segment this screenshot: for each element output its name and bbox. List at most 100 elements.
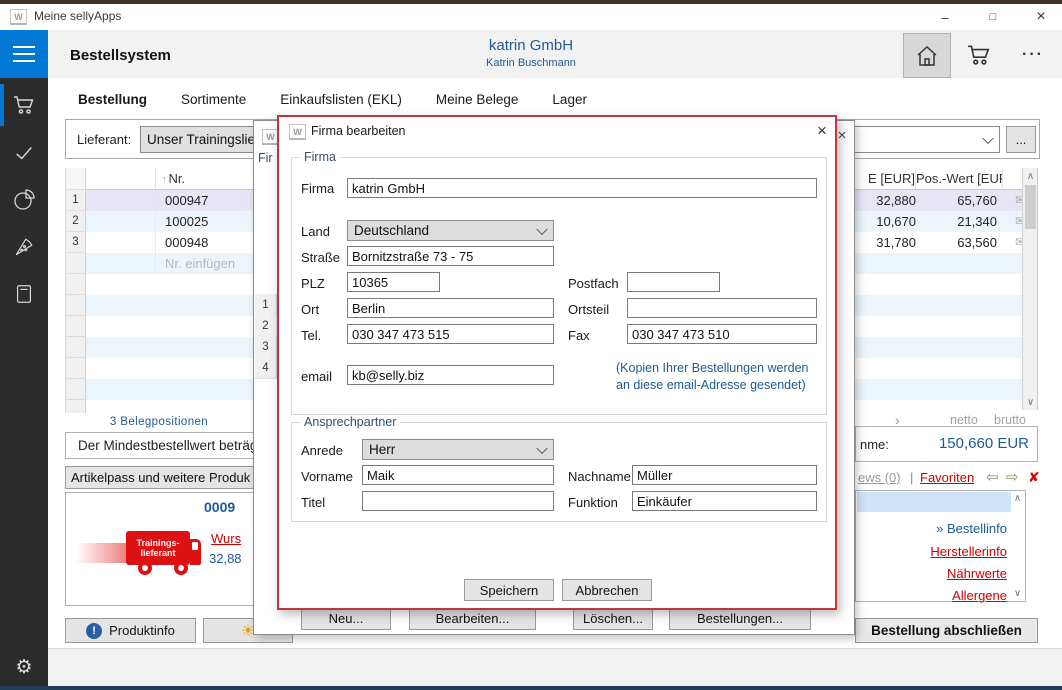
fax-input[interactable] <box>627 324 817 344</box>
allergene-link[interactable]: Allergene <box>952 588 1007 603</box>
funktion-input[interactable] <box>632 491 817 511</box>
email-note: (Kopien Ihrer Bestellungen werden an die… <box>616 360 820 394</box>
column-header-nr[interactable]: ↑ Nr. <box>156 168 253 189</box>
abbrechen-button[interactable]: Abbrechen <box>562 579 652 601</box>
more-menu-button[interactable]: ··· <box>1010 33 1056 76</box>
table-row[interactable]: 3 000948 <box>66 232 253 253</box>
ortsteil-input[interactable] <box>627 298 817 318</box>
firma-input[interactable] <box>347 178 817 198</box>
sort-asc-icon: ↑ <box>162 174 167 184</box>
sidebar-item-bestellung[interactable] <box>0 83 48 127</box>
cart-header-button[interactable] <box>956 33 1002 76</box>
views-link[interactable]: ews (0) <box>858 470 901 485</box>
anrede-select[interactable]: Herr <box>362 439 554 460</box>
table-row[interactable]: 32,880 65,760 ✉ <box>855 190 1037 211</box>
minimize-button[interactable]: – <box>930 6 960 28</box>
plz-label: PLZ <box>301 276 325 291</box>
scroll-up-icon[interactable]: ∧ <box>1023 168 1038 184</box>
vorname-input[interactable] <box>362 465 554 485</box>
cell-nr: 000947 <box>156 190 253 211</box>
sidebar-item-check[interactable] <box>0 131 48 175</box>
cart-icon <box>966 42 992 68</box>
tel-label: Tel. <box>301 328 321 343</box>
info-icon: ! <box>86 623 102 639</box>
tab-sortimente[interactable]: Sortimente <box>181 92 246 107</box>
chevron-down-icon <box>536 223 547 234</box>
netto-toggle[interactable]: netto <box>950 413 978 427</box>
tab-lager[interactable]: Lager <box>552 92 587 107</box>
bestellinfo-link[interactable]: » Bestellinfo <box>936 521 1007 536</box>
table-row[interactable]: 10,670 21,340 ✉ <box>855 211 1037 232</box>
settings-gear-button[interactable]: ⚙ <box>0 645 48 689</box>
bestellung-abschliessen-button[interactable]: Bestellung abschließen <box>855 618 1038 643</box>
order-sum-box: nme: 150,660 EUR <box>855 426 1038 462</box>
postfach-input[interactable] <box>627 272 720 292</box>
scroll-down-icon[interactable]: ∨ <box>1011 587 1024 600</box>
pie-chart-icon <box>12 188 36 212</box>
firma-label: Firma <box>301 181 334 196</box>
plz-input[interactable] <box>347 272 440 292</box>
check-icon <box>13 142 35 164</box>
land-label: Land <box>301 224 330 239</box>
column-header-pos-wert[interactable]: Pos.-Wert [EUR] <box>916 168 1003 189</box>
sidebar-item-statistics[interactable] <box>0 178 48 222</box>
scroll-up-icon[interactable]: ∧ <box>1011 492 1024 505</box>
next-arrow-icon[interactable]: ⇨ <box>1006 468 1019 486</box>
window-title: Meine sellyApps <box>34 9 121 23</box>
hamburger-menu-button[interactable] <box>0 30 48 78</box>
lieferant-label: Lieferant: <box>77 132 131 147</box>
column-header-e-eur[interactable]: E [EUR] <box>855 168 916 189</box>
page-title: Bestellsystem <box>70 47 171 64</box>
sidebar-item-catalog[interactable] <box>0 272 48 316</box>
book-icon <box>13 283 35 305</box>
home-button[interactable] <box>903 33 951 78</box>
browse-button[interactable]: ... <box>1006 126 1036 153</box>
product-name-link[interactable]: Wurs <box>211 531 241 546</box>
positions-table-right: E [EUR] Pos.-Wert [EUR] 32,880 65,760 ✉ … <box>855 168 1038 410</box>
group-label-fragment: Fir <box>258 151 277 165</box>
scroll-down-icon[interactable]: ∨ <box>1023 394 1038 410</box>
vertical-scrollbar[interactable]: ∧ ∨ <box>1022 168 1038 410</box>
chevron-down-icon <box>536 442 547 453</box>
remove-favorite-icon[interactable]: ✘ <box>1028 469 1040 486</box>
insert-row[interactable]: Nr. einfügen <box>66 253 253 274</box>
table-row[interactable]: 1 000947 <box>66 190 253 211</box>
sidebar-item-food[interactable] <box>0 225 48 269</box>
selected-info-row[interactable] <box>857 492 1011 512</box>
produktinfo-button[interactable]: ! Produktinfo <box>65 618 196 643</box>
list-row-number[interactable]: 1 <box>255 294 277 316</box>
close-button[interactable]: × <box>1026 6 1056 28</box>
maximize-button[interactable]: □ <box>978 6 1008 28</box>
product-nr: 0009 <box>204 499 235 515</box>
app-window: W Meine sellyApps – □ × Bestellsystem ka… <box>0 0 1062 690</box>
table-row[interactable]: 31,780 63,560 ✉ <box>855 232 1037 253</box>
strasse-input[interactable] <box>347 246 554 266</box>
naehrwerte-link[interactable]: Nährwerte <box>947 566 1007 581</box>
prev-arrow-icon[interactable]: ⇦ <box>986 468 999 486</box>
tab-bar: Bestellung Sortimente Einkaufslisten (EK… <box>78 92 587 107</box>
table-header-row: E [EUR] Pos.-Wert [EUR] <box>855 168 1037 190</box>
tab-einkaufslisten[interactable]: Einkaufslisten (EKL) <box>280 92 402 107</box>
email-input[interactable] <box>347 365 554 385</box>
filter-select[interactable] <box>848 126 1000 153</box>
titel-input[interactable] <box>362 491 554 511</box>
scrollbar-thumb[interactable] <box>1025 185 1036 229</box>
product-info-box: » Bestellinfo Herstellerinfo Nährwerte A… <box>855 490 1026 602</box>
company-name: katrin GmbH <box>381 37 681 54</box>
list-row-number[interactable]: 3 <box>255 336 277 358</box>
table-row[interactable]: 2 100025 <box>66 211 253 232</box>
ort-input[interactable] <box>347 298 554 318</box>
close-button[interactable]: × <box>811 121 833 141</box>
tab-bestellung[interactable]: Bestellung <box>78 92 147 107</box>
brutto-toggle[interactable]: brutto <box>994 413 1026 427</box>
nachname-input[interactable] <box>632 465 817 485</box>
tab-meine-belege[interactable]: Meine Belege <box>436 92 519 107</box>
titel-label: Titel <box>301 495 325 510</box>
list-row-number[interactable]: 4 <box>255 357 277 379</box>
list-row-number[interactable]: 2 <box>255 315 277 337</box>
tel-input[interactable] <box>347 324 554 344</box>
speichern-button[interactable]: Speichern <box>464 579 554 601</box>
herstellerinfo-link[interactable]: Herstellerinfo <box>930 544 1007 559</box>
favoriten-link[interactable]: Favoriten <box>920 470 974 485</box>
land-select[interactable]: Deutschland <box>347 220 554 241</box>
